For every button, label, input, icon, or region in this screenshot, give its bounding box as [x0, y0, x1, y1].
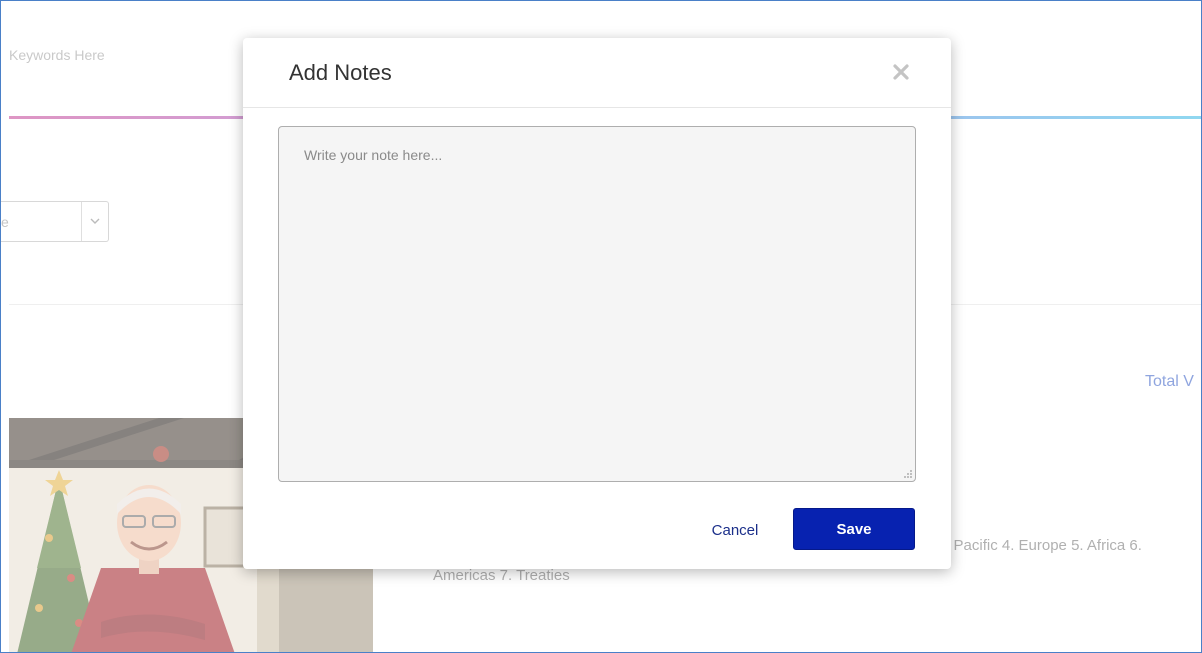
note-textarea[interactable] [278, 126, 916, 482]
save-button[interactable]: Save [793, 508, 915, 550]
cancel-button[interactable]: Cancel [695, 512, 775, 548]
add-notes-modal: Add Notes Cancel Save [243, 38, 951, 569]
modal-title: Add Notes [289, 60, 392, 85]
close-button[interactable] [889, 60, 913, 84]
resize-grip-icon[interactable] [903, 469, 913, 479]
close-icon[interactable] [889, 60, 913, 84]
modal-header: Add Notes [243, 38, 951, 108]
app-window: Keywords Here e Total V a Pacific 4. Eur… [0, 0, 1202, 653]
